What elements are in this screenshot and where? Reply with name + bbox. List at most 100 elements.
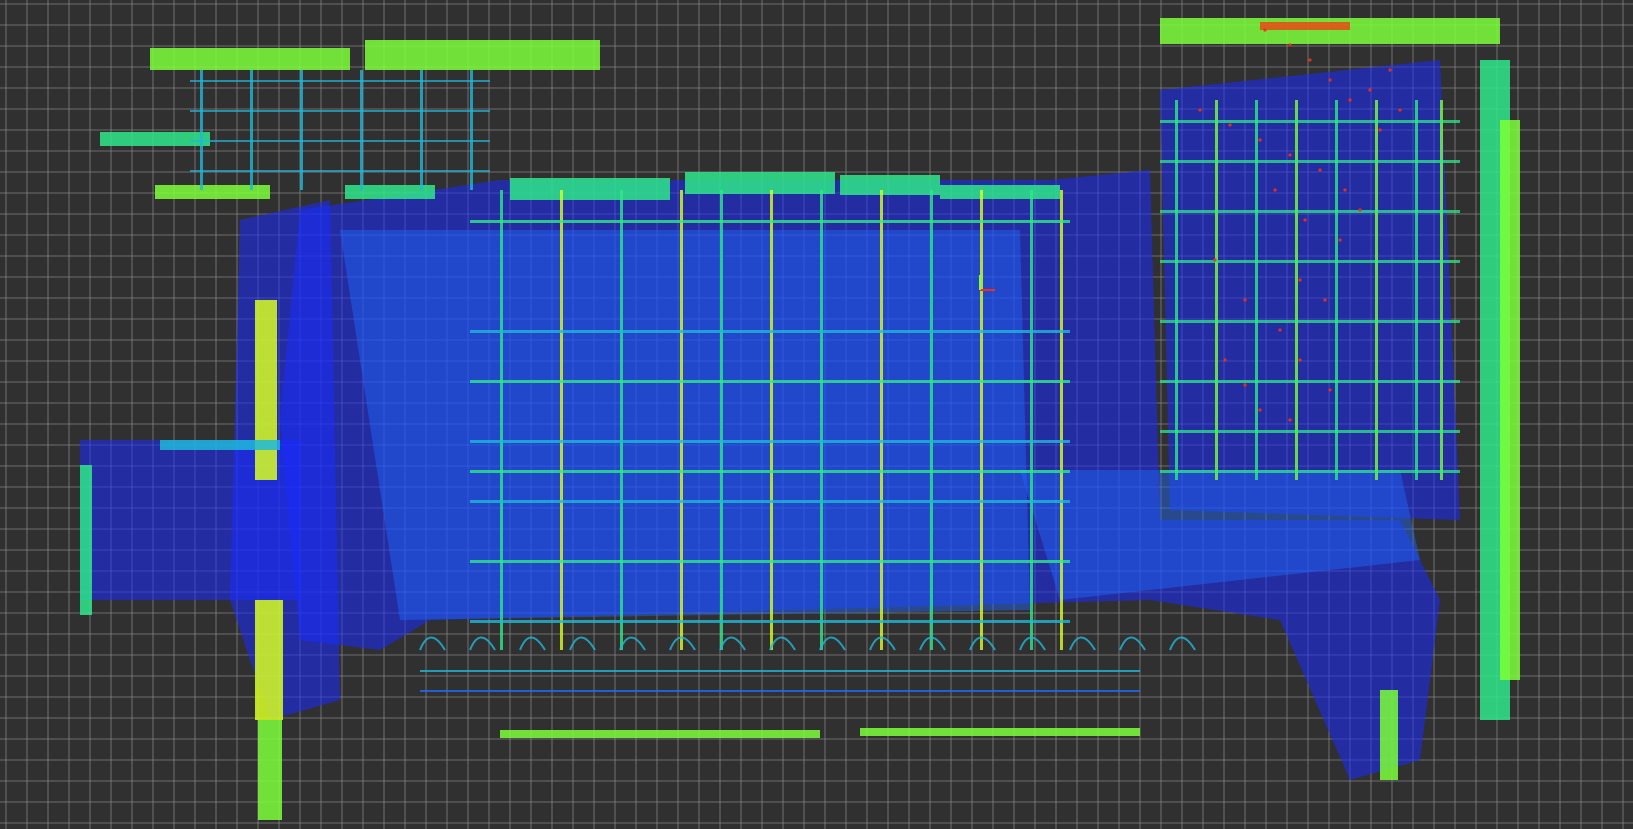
render-viewport[interactable] — [0, 0, 1633, 829]
intensity-point — [1258, 138, 1262, 142]
intensity-point — [1348, 98, 1352, 102]
intensity-point — [1368, 88, 1372, 92]
rack-upright — [820, 190, 823, 650]
rack-beam — [1160, 470, 1460, 473]
intensity-point — [1278, 328, 1282, 332]
intensity-point — [1243, 298, 1247, 302]
wall-segment — [80, 465, 92, 615]
intensity-point — [1388, 68, 1392, 72]
intensity-point — [1228, 123, 1232, 127]
wall-segment — [255, 600, 283, 720]
wall-segment — [100, 132, 210, 146]
rack-upright — [680, 190, 683, 650]
rack-upright — [1060, 190, 1063, 650]
intensity-point — [1318, 168, 1322, 172]
rack-upright — [720, 190, 723, 650]
rack-upright — [980, 190, 983, 650]
wall-segment — [1500, 120, 1520, 680]
intensity-point — [1323, 298, 1327, 302]
rack-beam — [190, 110, 490, 112]
rack-beam — [1160, 260, 1460, 263]
pipe-arc — [819, 636, 846, 651]
rack-beam — [470, 440, 1070, 443]
pipe-run — [420, 670, 1140, 672]
intensity-point — [1378, 128, 1382, 132]
wall-segment — [860, 728, 1140, 736]
intensity-point — [1243, 383, 1247, 387]
pipe-arc — [1069, 636, 1096, 651]
pipe-arc — [419, 636, 446, 651]
rack-beam — [470, 330, 1070, 333]
rack-upright — [1375, 100, 1378, 480]
rack-beam — [190, 80, 490, 82]
intensity-point — [1288, 153, 1292, 157]
rack-beam — [470, 560, 1070, 563]
rack-upright — [1215, 100, 1218, 480]
intensity-point — [1288, 418, 1292, 422]
intensity-point — [1343, 188, 1347, 192]
intensity-patch — [1260, 22, 1350, 30]
pipe-arc — [719, 636, 746, 651]
rack-upright — [1255, 100, 1258, 480]
intensity-point — [1298, 278, 1302, 282]
pipe-arc — [1119, 636, 1146, 651]
intensity-point — [1308, 58, 1312, 62]
intensity-point — [1358, 208, 1362, 212]
rack-beam — [1160, 210, 1460, 213]
intensity-point — [1258, 408, 1262, 412]
wall-segment — [258, 720, 282, 820]
rack-beam — [1160, 380, 1460, 383]
rack-upright — [930, 190, 933, 650]
rack-beam — [1160, 430, 1460, 433]
rack-upright — [880, 190, 883, 650]
point-cloud-map[interactable] — [0, 0, 1633, 829]
intensity-point — [1213, 258, 1217, 262]
wall-segment — [150, 48, 350, 70]
rack-upright — [620, 190, 623, 650]
wall-segment — [840, 175, 940, 195]
intensity-point — [1398, 108, 1402, 112]
pipe-arc — [619, 636, 646, 651]
wall-segment — [1380, 690, 1398, 780]
rack-upright — [1335, 100, 1338, 480]
intensity-point — [1223, 358, 1227, 362]
intensity-point — [1198, 108, 1202, 112]
rack-beam — [190, 140, 490, 142]
wall-segment — [500, 730, 820, 738]
rack-beam — [470, 620, 1070, 623]
rack-upright — [560, 190, 563, 650]
wall-segment — [1160, 18, 1500, 44]
intensity-point — [1298, 358, 1302, 362]
rack-beam — [1160, 120, 1460, 123]
intensity-point — [1328, 78, 1332, 82]
wall-segment — [365, 40, 600, 70]
intensity-point — [1328, 388, 1332, 392]
rack-beam — [470, 380, 1070, 383]
intensity-point — [1288, 43, 1292, 47]
rack-beam — [190, 170, 490, 172]
rack-upright — [1415, 100, 1418, 480]
intensity-point — [1273, 188, 1277, 192]
pipe-arc — [569, 636, 596, 651]
pipe-arc — [469, 636, 496, 651]
wall-segment — [685, 172, 835, 194]
rack-upright — [1175, 100, 1178, 480]
pipe-run — [420, 690, 1140, 692]
rack-beam — [1160, 320, 1460, 323]
wall-segment — [255, 300, 277, 480]
pipe-arc — [769, 636, 796, 651]
intensity-point — [1303, 218, 1307, 222]
rack-beam — [470, 470, 1070, 473]
rack-beam — [470, 220, 1070, 223]
intensity-point — [1338, 238, 1342, 242]
rack-upright — [770, 190, 773, 650]
wall-segment — [160, 440, 280, 450]
pipe-arc — [1169, 636, 1196, 651]
rack-upright — [1440, 100, 1443, 480]
rack-beam — [470, 500, 1070, 503]
rack-upright — [500, 190, 503, 650]
rack-beam — [1160, 160, 1460, 163]
wall-segment — [940, 185, 1060, 199]
wall-segment — [510, 178, 670, 200]
pipe-arc — [519, 636, 546, 651]
